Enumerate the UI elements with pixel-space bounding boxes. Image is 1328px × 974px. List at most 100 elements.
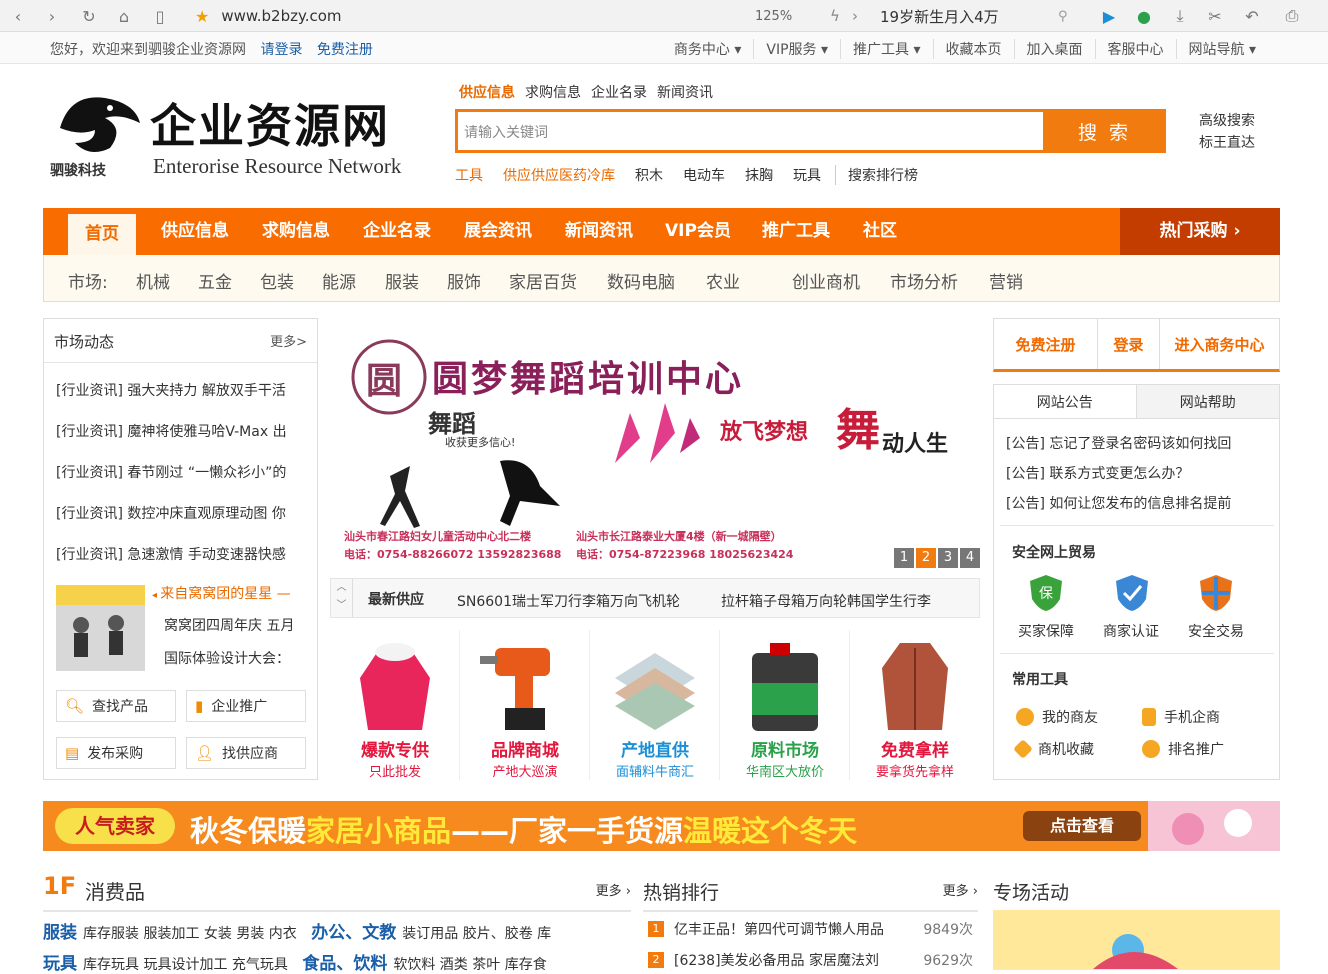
promo-card[interactable]: 爆款专供 只此批发 <box>330 630 460 780</box>
search-input[interactable]: 请输入关键词 <box>455 109 1045 153</box>
star-icon[interactable]: ★ <box>195 7 209 26</box>
tab-help[interactable]: 网站帮助 <box>1136 385 1279 418</box>
nav-vip[interactable]: VIP会员 <box>665 208 731 255</box>
browser-search[interactable]: 19岁新生月入4万 ⚲ <box>880 4 1080 28</box>
download-icon[interactable]: ⤓ <box>1168 4 1192 28</box>
ticker-item[interactable]: SN6601瑞士军刀行李箱万向飞机轮 <box>457 591 680 611</box>
lightning-icon[interactable]: ϟ <box>830 7 840 25</box>
forward-icon[interactable]: › <box>40 4 64 28</box>
top-link-bookmark[interactable]: 收藏本页 <box>932 39 1014 59</box>
post-purchase-button[interactable]: ▤ 发布采购 <box>56 737 176 769</box>
hot-keyword[interactable]: 电动车 <box>683 165 725 185</box>
banner-carousel[interactable]: 圆 圆梦舞蹈培训中心 舞蹈 收获更多信心! 放飞梦想 舞 动人生 汕头市春江路妇… <box>330 318 980 570</box>
company-promo-button[interactable]: ▮ 企业推广 <box>186 690 306 722</box>
search-tab-supply[interactable]: 供应信息 <box>455 82 519 102</box>
search-tab-buy[interactable]: 求购信息 <box>521 82 585 102</box>
market-item[interactable]: 能源 <box>322 268 356 293</box>
login-link[interactable]: 请登录 <box>260 42 302 58</box>
top-link-business[interactable]: 商务中心 ▾ <box>662 39 753 59</box>
bag-icon[interactable]: ⎙ <box>1280 4 1304 28</box>
promo-card[interactable]: 品牌商城 产地大巡演 <box>460 630 590 780</box>
category-items[interactable]: 库存服装 服装加工 女装 男装 内衣 <box>83 926 297 942</box>
back-icon[interactable]: ‹ <box>6 4 30 28</box>
advanced-search-link[interactable]: 高级搜索 <box>1199 110 1255 132</box>
search-tab-company[interactable]: 企业名录 <box>587 82 651 102</box>
nav-supply[interactable]: 供应信息 <box>161 208 229 255</box>
login-button[interactable]: 登录 <box>1098 319 1160 369</box>
news-item[interactable]: [行业资讯] 魔神将使雅马哈V-Max 出 <box>56 421 306 441</box>
ticker-item[interactable]: 拉杆箱子母箱万向轮韩国学生行李 <box>721 591 931 611</box>
top-link-desktop[interactable]: 加入桌面 <box>1013 39 1095 59</box>
tool-favorites[interactable]: 商机收藏 <box>1013 739 1094 759</box>
find-product-button[interactable]: 🔍︎ 查找产品 <box>56 690 176 722</box>
pager-dot[interactable]: 4 <box>960 548 980 568</box>
tab-notice[interactable]: 网站公告 <box>994 385 1137 418</box>
market-item[interactable]: 数码电脑 <box>607 268 675 293</box>
notice-item[interactable]: [公告] 忘记了登录名密码该如何找回 <box>1006 433 1231 453</box>
scissors-icon[interactable]: ✂ <box>1203 4 1227 28</box>
promo-card[interactable]: 免费拿样 要拿货先拿样 <box>850 630 980 780</box>
business-center-button[interactable]: 进入商务中心 <box>1160 319 1279 369</box>
more-link[interactable]: 更多> <box>270 331 307 350</box>
nav-home[interactable]: 首页 <box>68 214 136 255</box>
top-link-sitemap[interactable]: 网站导航 ▾ <box>1175 39 1268 59</box>
chevron-down-icon[interactable]: ﹀ <box>331 597 352 615</box>
market-item[interactable]: 包装 <box>260 268 294 293</box>
ranking-item[interactable]: 1 亿丰正品！第四代可调节懒人用品 9849次 <box>648 919 973 939</box>
hot-keyword[interactable]: 工具 <box>455 165 483 185</box>
hot-keyword[interactable]: 抹胸 <box>745 165 773 185</box>
news-item[interactable]: [行业资讯] 急速激情 手动变速器快感 <box>56 544 306 564</box>
register-link[interactable]: 免费注册 <box>317 42 373 58</box>
reload-icon[interactable]: ↻ <box>77 4 101 28</box>
promo-card[interactable]: 产地直供 面辅料牛商汇 <box>590 630 720 780</box>
find-supplier-button[interactable]: 👤︎ 找供应商 <box>186 737 306 769</box>
safe-label[interactable]: 商家认证 <box>1096 621 1166 641</box>
nav-promo[interactable]: 推广工具 <box>762 208 830 255</box>
search-tab-news[interactable]: 新闻资讯 <box>653 82 717 102</box>
pager-dot[interactable]: 2 <box>916 548 936 568</box>
pager-dot[interactable]: 1 <box>894 548 914 568</box>
reader-icon[interactable]: ▯ <box>148 4 172 28</box>
search-ranking-link[interactable]: 搜索排行榜 <box>835 165 918 185</box>
site-logo[interactable]: 企业资源网 驷骏科技 Enterorise Resource Network <box>50 88 401 188</box>
hot-keyword[interactable]: 玩具 <box>793 165 821 185</box>
address-bar[interactable]: ★ www.b2bzy.com 125% ϟ › <box>195 4 870 28</box>
chevron-up-icon[interactable]: ︿ <box>331 579 352 597</box>
category-items[interactable]: 软饮料 酒类 茶叶 库存食 <box>393 957 546 973</box>
nav-expo[interactable]: 展会资讯 <box>464 208 532 255</box>
ad-view-button[interactable]: 点击查看 <box>1023 811 1141 841</box>
feature-title[interactable]: ◂ 来自窝窝团的星星 — <box>152 583 291 603</box>
top-link-promo[interactable]: 推广工具 ▾ <box>840 39 932 59</box>
notice-item[interactable]: [公告] 联系方式变更怎么办？ <box>1006 463 1189 483</box>
market-item[interactable]: 农业 <box>706 268 740 293</box>
nav-news[interactable]: 新闻资讯 <box>565 208 633 255</box>
tool-friends[interactable]: 我的商友 <box>1016 707 1098 727</box>
chevron-right-icon[interactable]: › <box>852 7 858 25</box>
market-item[interactable]: 市场分析 <box>890 268 958 293</box>
hot-purchase-button[interactable]: 热门采购 › <box>1120 208 1280 255</box>
category-title[interactable]: 玩具 <box>43 954 77 974</box>
nav-community[interactable]: 社区 <box>863 208 897 255</box>
floor-more-link[interactable]: 更多 › <box>596 880 631 899</box>
home-icon[interactable]: ⌂ <box>112 4 136 28</box>
category-title[interactable]: 服装 <box>43 923 77 943</box>
tool-mobile[interactable]: 手机企商 <box>1142 707 1220 727</box>
top-link-service[interactable]: 客服中心 <box>1094 39 1176 59</box>
nav-company[interactable]: 企业名录 <box>363 208 431 255</box>
market-item[interactable]: 家居百货 <box>509 268 577 293</box>
category-title[interactable]: 办公、文教 <box>311 923 396 943</box>
wechat-icon[interactable]: ● <box>1132 4 1156 28</box>
market-item[interactable]: 服饰 <box>447 268 481 293</box>
search-icon[interactable]: ⚲ <box>1058 9 1068 24</box>
pager-dot[interactable]: 3 <box>938 548 958 568</box>
category-items[interactable]: 库存玩具 玩具设计加工 充气玩具 <box>83 957 288 973</box>
zoom-level[interactable]: 125% <box>755 9 792 24</box>
category-items[interactable]: 装订用品 胶片、胶卷 库 <box>402 926 551 942</box>
safe-label[interactable]: 安全交易 <box>1181 621 1251 641</box>
news-item[interactable]: [行业资讯] 强大夹持力 解放双手干活 <box>56 380 306 400</box>
news-item[interactable]: [行业资讯] 春节刚过 “一懒众衫小”的 <box>56 462 306 482</box>
tool-ranking[interactable]: 排名推广 <box>1142 739 1224 759</box>
ad-banner[interactable]: 人气卖家 秋冬保暖家居小商品——厂家一手货源温暖这个冬天 点击查看 <box>43 801 1280 851</box>
hot-keyword[interactable]: 积木 <box>635 165 663 185</box>
special-image[interactable] <box>993 910 1280 970</box>
